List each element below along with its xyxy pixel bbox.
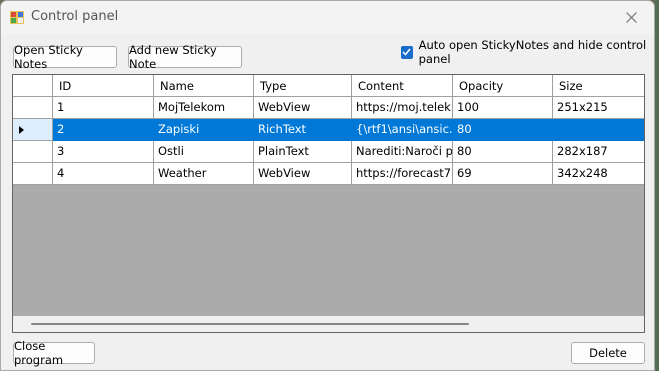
cell-name[interactable]: Weather xyxy=(154,163,254,185)
close-program-button[interactable]: Close program xyxy=(13,339,95,367)
auto-open-checkbox[interactable] xyxy=(401,45,413,59)
cell-type[interactable]: RichText xyxy=(254,119,352,141)
cell-opacity[interactable]: 100 xyxy=(453,97,553,119)
cell-id[interactable]: 1 xyxy=(53,97,154,119)
open-sticky-notes-button[interactable]: Open Sticky Notes xyxy=(13,43,117,71)
table-row[interactable]: 3 Ostli PlainText Narediti:Naroči pr... … xyxy=(13,141,644,163)
table-row[interactable]: 1 MojTelekom WebView https://moj.telek..… xyxy=(13,97,644,119)
cell-id[interactable]: 2 xyxy=(53,119,154,141)
add-sticky-note-button[interactable]: Add new Sticky Note xyxy=(128,43,242,71)
cell-content[interactable]: https://forecast7.... xyxy=(352,163,453,185)
control-panel-window: Control panel Open Sticky Notes Add new … xyxy=(0,0,655,371)
grid-header: ID Name Type Content Opacity Size xyxy=(13,75,644,97)
cell-type[interactable]: WebView xyxy=(254,163,352,185)
title-bar[interactable]: Control panel xyxy=(1,1,654,34)
cell-name[interactable]: Zapiski xyxy=(154,119,254,141)
header-corner xyxy=(13,75,53,97)
auto-open-label: Auto open StickyNotes and hide control p… xyxy=(418,38,647,66)
row-header[interactable] xyxy=(13,163,53,185)
control-panel-app-icon xyxy=(10,11,24,24)
close-icon xyxy=(625,12,637,23)
cell-name[interactable]: MojTelekom xyxy=(154,97,254,119)
checkmark-icon xyxy=(402,48,411,56)
column-header-id[interactable]: ID xyxy=(53,75,154,97)
delete-button[interactable]: Delete xyxy=(571,342,645,364)
column-header-name[interactable]: Name xyxy=(154,75,254,97)
column-header-size[interactable]: Size xyxy=(553,75,644,97)
cell-size[interactable]: 342x248 xyxy=(553,163,644,185)
row-header[interactable] xyxy=(13,141,53,163)
window-title: Control panel xyxy=(31,9,119,24)
sticky-notes-grid[interactable]: ID Name Type Content Opacity Size 1 MojT… xyxy=(12,74,645,333)
row-header[interactable] xyxy=(13,97,53,119)
table-row[interactable]: 4 Weather WebView https://forecast7.... … xyxy=(13,163,644,185)
table-row-selected[interactable]: 2 Zapiski RichText {\rtf1\ansi\ansic... … xyxy=(13,119,644,141)
current-row-arrow-icon xyxy=(19,126,24,134)
cell-opacity[interactable]: 69 xyxy=(453,163,553,185)
cell-id[interactable]: 3 xyxy=(53,141,154,163)
auto-open-option[interactable]: Auto open StickyNotes and hide control p… xyxy=(401,38,654,66)
cell-content[interactable]: https://moj.telek... xyxy=(352,97,453,119)
cell-content[interactable]: Narediti:Naroči pr... xyxy=(352,141,453,163)
row-header[interactable] xyxy=(13,119,53,141)
cell-name[interactable]: Ostli xyxy=(154,141,254,163)
column-header-type[interactable]: Type xyxy=(254,75,352,97)
scrollbar-thumb[interactable] xyxy=(31,323,469,325)
cell-size[interactable]: 251x215 xyxy=(553,97,644,119)
cell-type[interactable]: PlainText xyxy=(254,141,352,163)
cell-size[interactable]: 282x187 xyxy=(553,141,644,163)
cell-size[interactable] xyxy=(553,119,644,141)
desktop-background xyxy=(655,0,659,371)
column-header-opacity[interactable]: Opacity xyxy=(453,75,553,97)
column-header-content[interactable]: Content xyxy=(352,75,453,97)
cell-content[interactable]: {\rtf1\ansi\ansic... xyxy=(352,119,453,141)
horizontal-scrollbar[interactable] xyxy=(13,316,644,332)
cell-type[interactable]: WebView xyxy=(254,97,352,119)
cell-id[interactable]: 4 xyxy=(53,163,154,185)
cell-opacity[interactable]: 80 xyxy=(453,119,553,141)
close-button[interactable] xyxy=(608,1,654,34)
cell-opacity[interactable]: 80 xyxy=(453,141,553,163)
